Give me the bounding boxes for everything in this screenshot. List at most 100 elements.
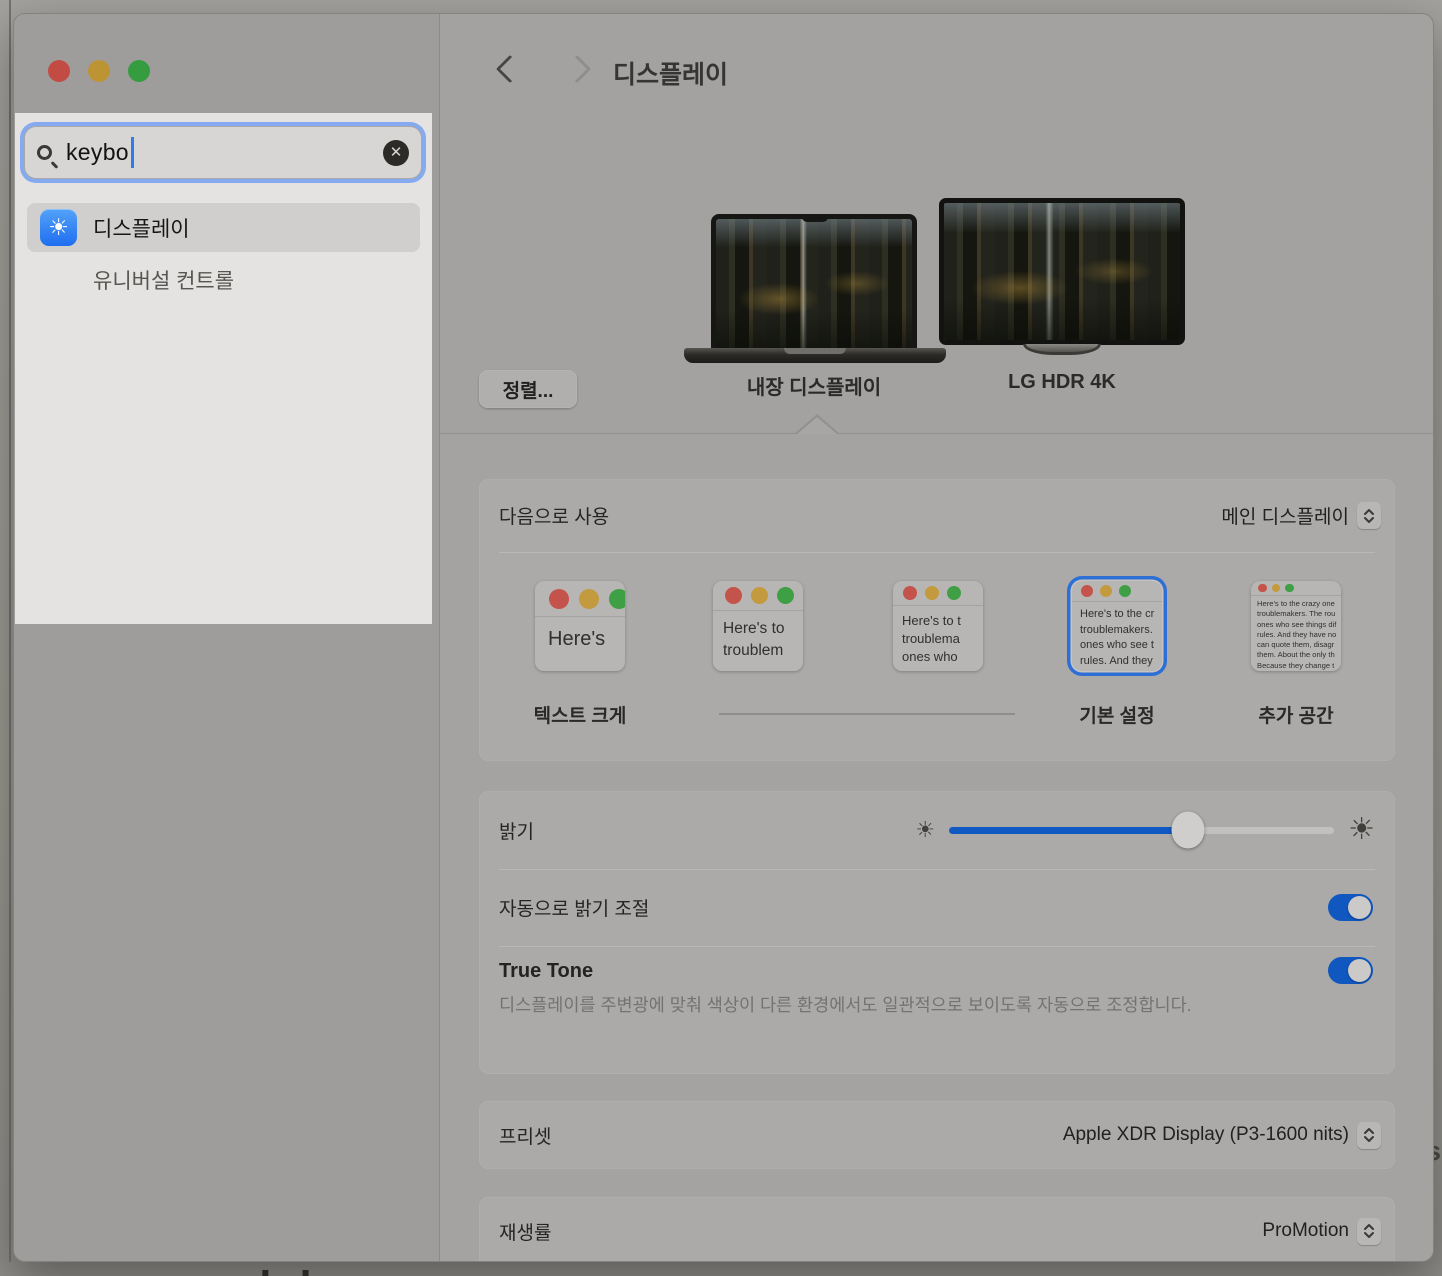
resolution-option-3[interactable]: Here's to t troublema ones who <box>893 581 983 671</box>
settings-content: 다음으로 사용 메인 디스플레이 Here's <box>440 434 1434 1262</box>
thumb-text: Here's <box>535 617 625 651</box>
traffic-light-dot <box>925 586 939 600</box>
preset-card: 프리셋 Apple XDR Display (P3-1600 nits) <box>479 1101 1395 1169</box>
traffic-light-dot <box>549 589 569 609</box>
backdrop-window-edge <box>9 0 11 1276</box>
sidebar-item-universal-control[interactable]: 유니버설 컨트롤 <box>27 259 420 301</box>
traffic-light-dot <box>947 586 961 600</box>
thumb-titlebar <box>535 581 625 617</box>
true-tone-label: True Tone <box>499 960 1373 983</box>
auto-brightness-toggle[interactable] <box>1328 894 1373 921</box>
thumb-titlebar <box>713 581 803 611</box>
back-chevron-icon[interactable] <box>494 57 520 83</box>
selected-display-callout-fill <box>796 417 838 435</box>
traffic-light-dot <box>903 586 917 600</box>
true-tone-toggle[interactable] <box>1328 957 1373 984</box>
monitor-stand <box>1023 344 1101 355</box>
thumb-titlebar <box>1251 581 1341 596</box>
sidebar: keybo ✕ ☀ 디스플레이 유니버설 컨트롤 <box>14 14 439 1261</box>
traffic-light-dot <box>1258 584 1267 593</box>
traffic-light-dot <box>1081 585 1093 597</box>
slider-fill <box>949 827 1188 834</box>
option-label-default: 기본 설정 <box>1042 701 1192 728</box>
true-tone-description: 디스플레이를 주변광에 맞춰 색상이 다른 환경에서도 일관적으로 보이도록 자… <box>499 992 1259 1018</box>
brightness-row: 밝기 ☀ ☀ <box>479 791 1395 869</box>
refresh-rate-card: 재생률 ProMotion <box>479 1197 1395 1262</box>
thumb-text: Here's to the cr troublemakers. ones who… <box>1072 602 1162 669</box>
resolution-option-larger-text[interactable]: Here's <box>535 581 625 671</box>
auto-brightness-row: 자동으로 밝기 조절 <box>479 869 1395 946</box>
auto-brightness-label: 자동으로 밝기 조절 <box>499 894 649 921</box>
preset-value: Apple XDR Display (P3-1600 nits) <box>1063 1124 1349 1146</box>
brightness-card: 밝기 ☀ ☀ 자동으로 밝기 조절 True <box>479 791 1395 1074</box>
builtin-display-preview[interactable] <box>711 214 917 348</box>
search-input[interactable]: keybo ✕ <box>25 127 421 178</box>
arrange-button[interactable]: 정렬... <box>479 370 577 408</box>
resolution-option-2[interactable]: Here's to troublem <box>713 581 803 671</box>
laptop-notch <box>802 214 828 222</box>
option-label-larger-text: 텍스트 크게 <box>505 701 655 728</box>
forward-chevron-icon[interactable] <box>567 57 593 83</box>
row-divider <box>499 552 1375 553</box>
refresh-rate-row: 재생률 ProMotion <box>479 1197 1395 1262</box>
thumb-text: Here's to the crazy one troublemakers. T… <box>1251 596 1341 671</box>
minimize-button[interactable] <box>88 60 110 82</box>
close-button[interactable] <box>48 60 70 82</box>
backdrop-terminal-strip: ssh-keygen <box>0 1262 1442 1276</box>
screen: { "window": { "controls": { "close": "cl… <box>0 0 1442 1276</box>
traffic-light-dot <box>777 587 794 604</box>
traffic-light-dot <box>609 589 625 609</box>
brightness-low-sun-icon: ☀ <box>915 819 935 841</box>
thumb-text: Here's to troublem <box>713 611 803 662</box>
thumb-titlebar <box>893 581 983 606</box>
refresh-rate-dropdown[interactable] <box>1357 1218 1381 1245</box>
refresh-rate-value: ProMotion <box>1262 1220 1349 1242</box>
thumb-text: Here's to t troublema ones who <box>893 606 983 666</box>
traffic-light-dot <box>1119 585 1131 597</box>
preset-label: 프리셋 <box>499 1122 551 1149</box>
thumb-titlebar <box>1072 581 1162 602</box>
brightness-slider[interactable] <box>949 827 1334 834</box>
display-brightness-icon: ☀ <box>40 209 77 246</box>
traffic-light-dot <box>1100 585 1112 597</box>
traffic-light-dot <box>725 587 742 604</box>
traffic-light-dot <box>751 587 768 604</box>
traffic-light-dot <box>579 589 599 609</box>
sidebar-item-label: 유니버설 컨트롤 <box>93 265 234 295</box>
use-as-value: 메인 디스플레이 <box>1221 502 1349 529</box>
use-as-label: 다음으로 사용 <box>499 502 609 529</box>
brightness-high-sun-icon: ☀ <box>1348 815 1375 845</box>
resolution-option-default-selected[interactable]: Here's to the cr troublemakers. ones who… <box>1072 581 1162 671</box>
search-panel: keybo ✕ ☀ 디스플레이 유니버설 컨트롤 <box>15 113 432 624</box>
clear-search-icon[interactable]: ✕ <box>383 140 409 166</box>
external-display-preview[interactable] <box>939 198 1185 345</box>
backdrop-code-text: ssh-keygen <box>217 1265 444 1276</box>
traffic-light-dot <box>1272 584 1281 593</box>
main-panel: 디스플레이 내장 디스플레이 LG HDR 4K 정렬... 다음으로 사용 메 <box>440 14 1434 1261</box>
true-tone-row: True Tone 디스플레이를 주변광에 맞춰 색상이 다른 환경에서도 일관… <box>479 946 1395 1074</box>
use-as-row: 다음으로 사용 메인 디스플레이 <box>479 479 1395 552</box>
page-title: 디스플레이 <box>613 55 728 91</box>
refresh-rate-label: 재생률 <box>499 1218 551 1245</box>
display-mode-card: 다음으로 사용 메인 디스플레이 Here's <box>479 479 1395 761</box>
toggle-knob <box>1348 896 1371 919</box>
preset-row: 프리셋 Apple XDR Display (P3-1600 nits) <box>479 1101 1395 1169</box>
resolution-option-more-space[interactable]: Here's to the crazy one troublemakers. T… <box>1251 581 1341 671</box>
text-caret <box>131 137 134 168</box>
sidebar-item-label: 디스플레이 <box>93 213 190 243</box>
toggle-knob <box>1348 959 1371 982</box>
search-value: keybo <box>66 139 129 166</box>
preset-dropdown[interactable] <box>1357 1122 1381 1149</box>
search-icon <box>37 145 52 160</box>
external-display-label: LG HDR 4K <box>912 371 1212 394</box>
use-as-dropdown[interactable] <box>1357 502 1381 529</box>
laptop-groove <box>784 348 846 354</box>
system-settings-window: keybo ✕ ☀ 디스플레이 유니버설 컨트롤 디스플레이 <box>13 13 1434 1262</box>
display-preview-area: 내장 디스플레이 LG HDR 4K 정렬... <box>440 113 1434 434</box>
option-label-more-space: 추가 공간 <box>1221 701 1371 728</box>
option-connector-line <box>719 713 1015 715</box>
brightness-label: 밝기 <box>499 817 534 844</box>
zoom-button[interactable] <box>128 60 150 82</box>
sidebar-item-display[interactable]: ☀ 디스플레이 <box>27 203 420 252</box>
slider-knob[interactable] <box>1171 812 1204 849</box>
